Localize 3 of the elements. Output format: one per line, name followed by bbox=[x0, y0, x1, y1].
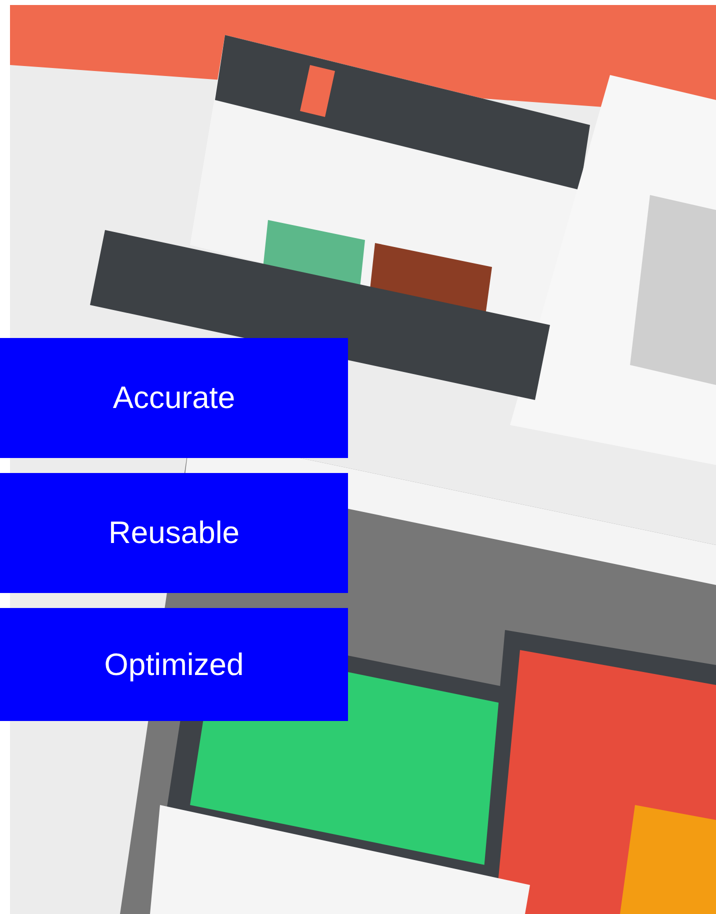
feature-banner: Accurate bbox=[0, 338, 348, 458]
feature-banner: Optimized bbox=[0, 608, 348, 721]
feature-banner: Reusable bbox=[0, 473, 348, 593]
